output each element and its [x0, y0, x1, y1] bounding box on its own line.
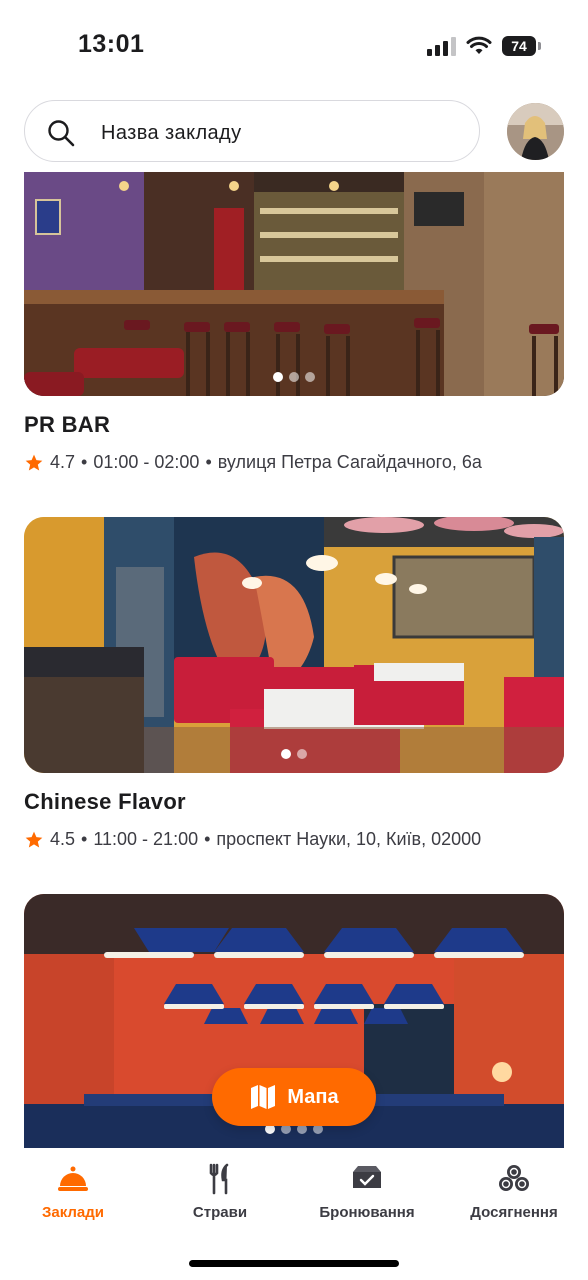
status-bar: 13:01 74 [0, 0, 588, 90]
venue-rating: 4.5 [50, 829, 76, 849]
star-icon [25, 454, 43, 470]
pagination-dot[interactable] [289, 372, 299, 382]
pagination-dot[interactable] [273, 372, 283, 382]
tab-achievements[interactable]: Досягнення [449, 1162, 579, 1221]
restaurant-interior-image [24, 517, 564, 773]
avatar[interactable] [507, 103, 564, 160]
venue-photo[interactable] [24, 517, 564, 773]
venue-hours: 01:00 - 02:00 [93, 452, 200, 472]
venue-hours: 11:00 - 21:00 [93, 829, 199, 849]
tab-bookings[interactable]: Бронювання [302, 1162, 432, 1221]
status-time: 13:01 [78, 30, 145, 58]
status-icons: 74 [427, 36, 541, 56]
reserved-sign-icon [353, 1166, 381, 1188]
map-button-label: Мапа [287, 1085, 339, 1108]
venue-meta: 4.5 • 11:00 - 21:00 • проспект Науки, 10… [24, 829, 564, 850]
fork-knife-icon [209, 1163, 229, 1195]
venue-address: вулиця Петра Сагайдачного, 6а [217, 452, 482, 472]
venue-address: проспект Науки, 10, Київ, 02000 [216, 829, 482, 849]
pagination-dot[interactable] [305, 372, 315, 382]
tab-venues[interactable]: Заклади [8, 1162, 138, 1221]
venue-name: PR BAR [24, 412, 111, 437]
separator-dot: • [81, 452, 88, 472]
venue-card[interactable]: Chinese Flavor 4.5 • 11:00 - 21:00 • про… [24, 517, 564, 850]
venue-card[interactable]: PR BAR 4.7 • 01:00 - 02:00 • вулиця Петр… [24, 172, 564, 473]
tab-label: Бронювання [319, 1204, 415, 1221]
cellular-signal-icon [427, 36, 456, 56]
cloche-icon [58, 1166, 88, 1191]
tab-label: Страви [192, 1204, 248, 1221]
tab-dishes[interactable]: Страви [155, 1162, 285, 1221]
photo-pagination [24, 749, 564, 759]
tab-label: Досягнення [470, 1204, 558, 1221]
wifi-icon [466, 36, 492, 54]
search-input[interactable] [99, 113, 463, 153]
bar-interior-image [24, 172, 564, 396]
separator-dot: • [81, 829, 88, 849]
pagination-dot[interactable] [297, 749, 307, 759]
tab-label: Заклади [41, 1204, 105, 1221]
avatar-photo [507, 103, 564, 160]
coins-stack-icon [499, 1165, 529, 1191]
separator-dot: • [205, 452, 212, 472]
star-icon [25, 831, 43, 847]
search-bar[interactable] [24, 100, 480, 162]
search-icon [48, 120, 75, 147]
battery-indicator: 74 [502, 36, 541, 56]
venue-rating: 4.7 [50, 452, 76, 472]
map-button[interactable]: Мапа [212, 1068, 376, 1126]
venue-name: Chinese Flavor [24, 789, 186, 814]
home-indicator [189, 1260, 399, 1267]
venue-meta: 4.7 • 01:00 - 02:00 • вулиця Петра Сагай… [24, 452, 564, 473]
pagination-dot[interactable] [281, 749, 291, 759]
separator-dot: • [204, 829, 211, 849]
photo-pagination [24, 372, 564, 382]
map-icon [251, 1085, 276, 1109]
venue-photo[interactable] [24, 172, 564, 396]
